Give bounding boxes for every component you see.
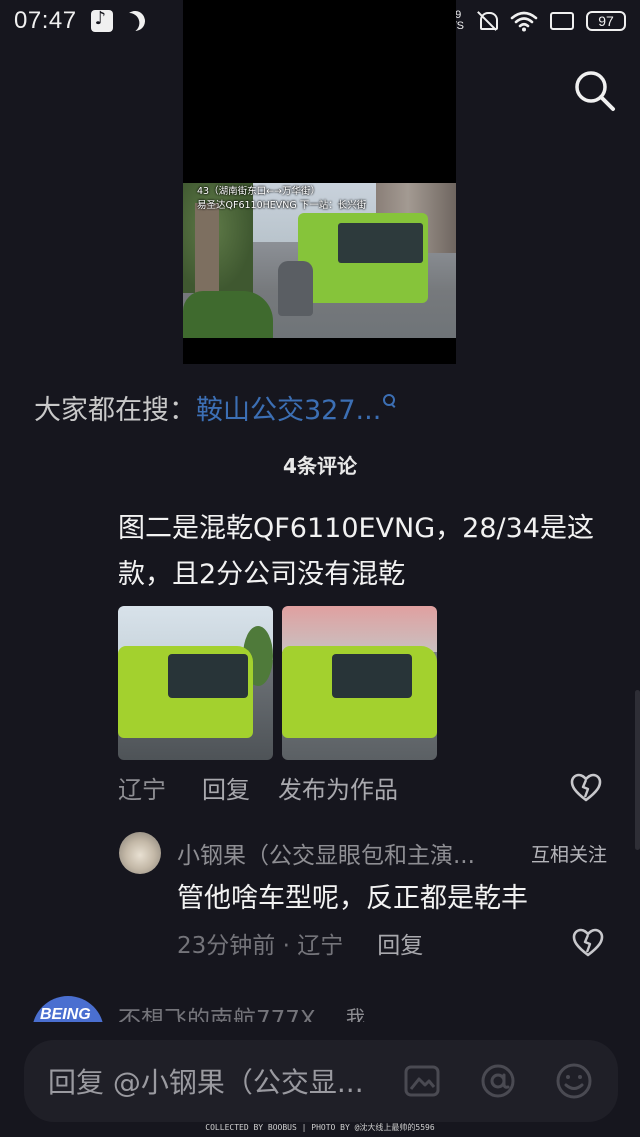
like-heart-icon[interactable] [572,928,604,958]
comment-header: 小钢果（公交显眼包和主演... 互相关注 [177,836,607,870]
mention-at-icon[interactable] [478,1061,518,1101]
video-player[interactable]: 43（湖南街东口←→万华街） 易圣达QF6110HEVNG 下一站：长兴街 [183,0,456,364]
video-scooter-rider [278,261,313,316]
video-tree-trunk [195,203,219,298]
comment-meta: 23分钟前 · 辽宁 回复 [177,926,604,960]
video-frame[interactable]: 43（湖南街东口←→万华街） 易圣达QF6110HEVNG 下一站：长兴街 [183,183,456,338]
wifi-icon [510,11,538,32]
search-icon[interactable] [572,68,618,114]
scrollbar[interactable] [635,690,640,850]
tiktok-notification-icon [90,8,113,32]
publish-as-work-button[interactable]: 发布为作品 [278,770,398,805]
comment-image-1[interactable] [118,606,273,760]
like-heart-icon[interactable] [570,773,602,803]
comment-images [118,606,437,760]
comment-actions: 辽宁 回复 发布为作品 [118,770,602,805]
reply-button[interactable]: 回复 [377,926,423,960]
search-suggestion-link[interactable]: 鞍山公交327... [196,388,381,427]
image-picker-icon[interactable] [402,1061,442,1101]
comment-image-bus [282,646,437,738]
comment-location: 辽宁 [118,776,166,804]
video-hedge [183,291,273,338]
comment-image-bus [118,646,253,738]
comment-time-location: 23分钟前 · 辽宁 [177,933,344,959]
video-caption: 43（湖南街东口←→万华街） 易圣达QF6110HEVNG 下一站：长兴街 [197,185,366,213]
emoji-icon[interactable] [554,1061,594,1101]
comment-text[interactable]: 管他啥车型呢，反正都是乾丰 [177,876,528,915]
mutual-follow-badge: 互相关注 [530,843,607,866]
watermark: COLLECTED BY BOOBUS | PHOTO BY @沈大线上最帅的5… [205,1123,435,1132]
search-suggestion-label: 大家都在搜： [34,395,196,426]
screen-cast-icon [550,12,574,30]
avatar[interactable] [119,832,161,874]
video-bus [298,213,428,303]
search-suggestion-icon [383,393,397,408]
video-caption-line2: 易圣达QF6110HEVNG 下一站：长兴街 [197,200,367,211]
mute-bell-icon [476,10,498,32]
comment-text[interactable]: 图二是混乾QF6110EVNG，28/34是这款，且2分公司没有混乾 [118,506,618,598]
battery-indicator: 97 [586,11,626,31]
search-suggestion[interactable]: 大家都在搜： 鞍山公交327... [34,388,397,427]
status-time: 07:47 [14,7,77,34]
reply-input-bar: 回复 @小钢果（公交显... [24,1040,618,1122]
comment-author-name[interactable]: 小钢果（公交显眼包和主演... [177,836,475,870]
do-not-disturb-moon-icon [122,8,148,34]
reply-input[interactable]: 回复 @小钢果（公交显... [48,1061,364,1101]
comments-count-header: 4条评论 [283,454,357,478]
video-caption-line1: 43（湖南街东口←→万华街） [197,186,321,197]
reply-button[interactable]: 回复 [202,770,250,805]
comment-image-2[interactable] [282,606,437,760]
